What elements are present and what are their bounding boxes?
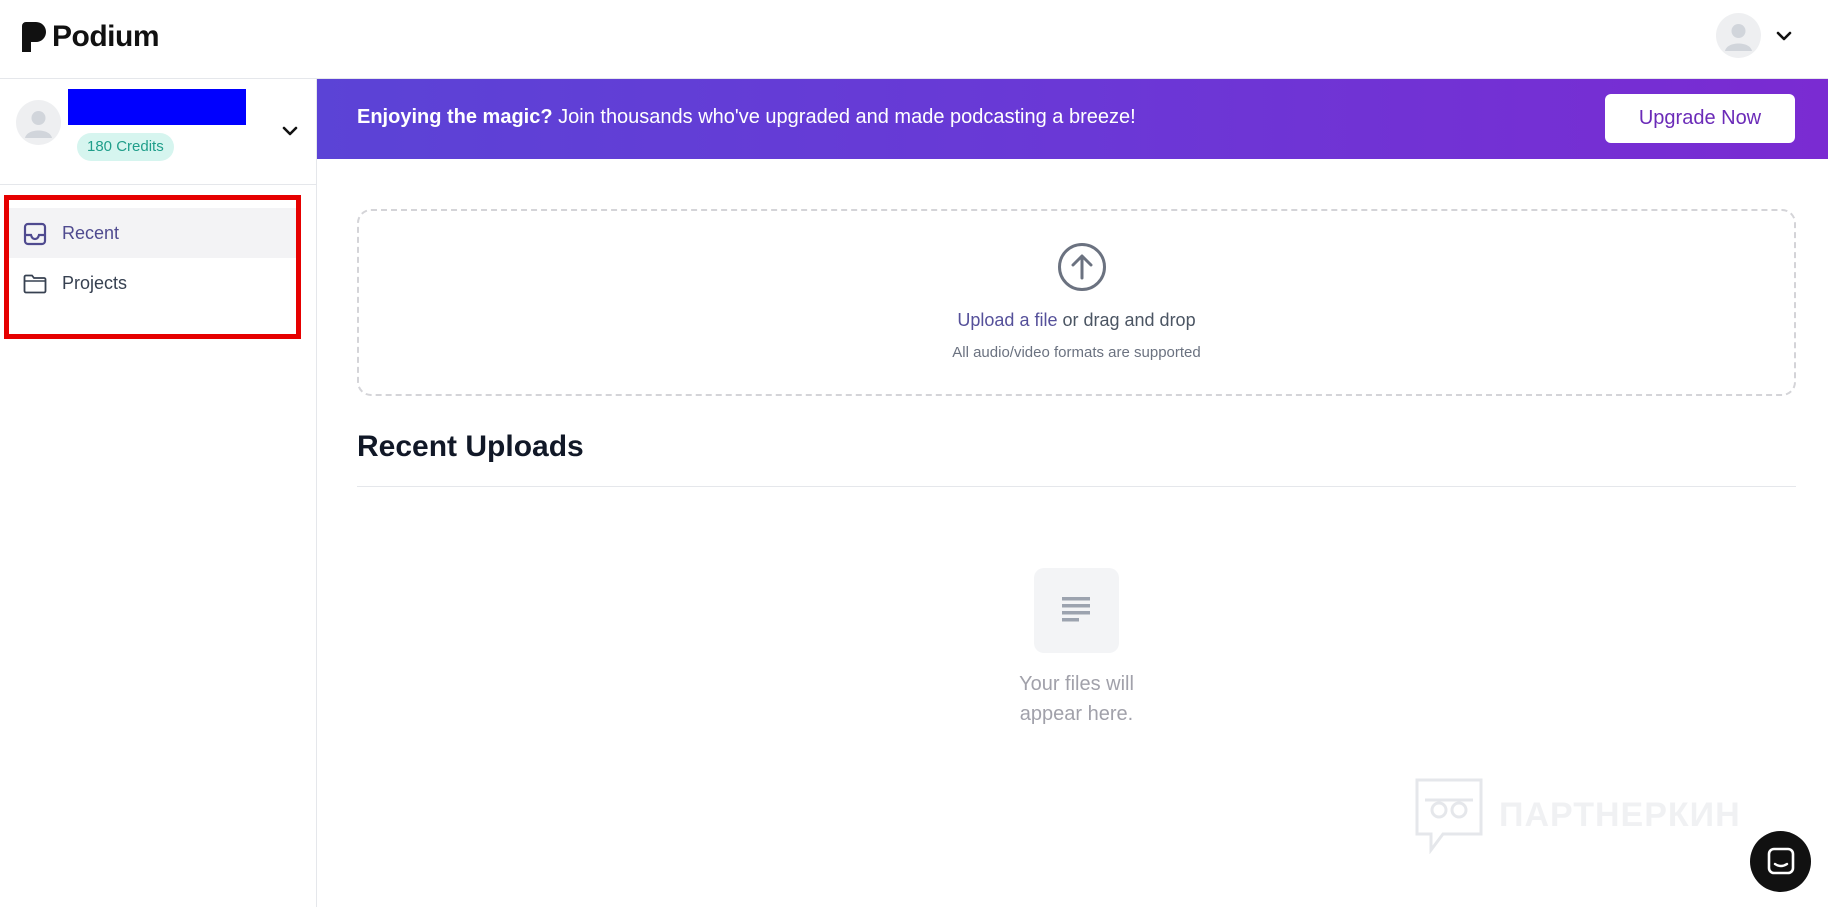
empty-state-message: Your files will appear here.	[974, 669, 1179, 729]
watermark-logo-icon	[1415, 778, 1483, 854]
sidebar-nav-highlight: Recent Projects	[4, 195, 301, 339]
banner-bold-text: Enjoying the magic?	[357, 106, 553, 128]
watermark-text: ПАРТНЕРКИН	[1499, 795, 1741, 834]
upload-instructions-rest: or drag and drop	[1057, 310, 1196, 330]
upload-file-link[interactable]: Upload a file	[957, 310, 1057, 330]
document-lines-icon	[1062, 597, 1090, 622]
top-bar: Podium	[0, 0, 1828, 79]
upload-formats-note: All audio/video formats are supported	[952, 344, 1201, 361]
watermark: ПАРТНЕРКИН	[1413, 776, 1741, 854]
account-avatar-icon	[16, 100, 61, 145]
empty-state-line-1: Your files will	[1019, 673, 1134, 695]
sidebar: 180 Credits Recent Projects	[0, 79, 317, 907]
chevron-down-icon[interactable]	[1774, 26, 1794, 46]
upload-arrow-icon	[1058, 243, 1106, 291]
sidebar-item-recent[interactable]: Recent	[9, 208, 296, 258]
app-name: Podium	[52, 20, 160, 53]
inbox-icon	[23, 222, 47, 246]
credits-badge: 180 Credits	[77, 133, 174, 161]
account-switcher[interactable]: 180 Credits	[0, 79, 316, 185]
sidebar-item-label: Recent	[62, 222, 120, 243]
section-divider	[357, 486, 1796, 487]
banner-text: Join thousands who've upgraded and made …	[552, 106, 1136, 128]
sidebar-item-label: Projects	[62, 272, 128, 293]
chat-launcher-button[interactable]	[1750, 831, 1811, 892]
upgrade-now-button[interactable]: Upgrade Now	[1605, 94, 1795, 143]
chevron-down-icon[interactable]	[280, 121, 300, 141]
podium-logo[interactable]: Podium	[22, 20, 160, 54]
banner-message: Enjoying the magic? Join thousands who'v…	[357, 106, 1136, 129]
podium-logo-icon	[22, 22, 46, 52]
recent-uploads-title: Recent Uploads	[357, 430, 584, 463]
sidebar-item-projects[interactable]: Projects	[9, 258, 296, 308]
empty-state-line-2: appear here.	[1019, 703, 1134, 725]
upload-instructions: Upload a file or drag and drop	[359, 310, 1794, 331]
empty-state-icon-box	[1034, 568, 1119, 653]
upgrade-banner: Enjoying the magic? Join thousands who'v…	[317, 79, 1828, 159]
user-avatar-icon[interactable]	[1716, 13, 1761, 58]
upload-dropzone[interactable]: Upload a file or drag and drop All audio…	[357, 209, 1796, 396]
account-name-redacted	[68, 89, 246, 125]
folder-icon	[23, 274, 47, 294]
chat-icon	[1767, 847, 1795, 875]
